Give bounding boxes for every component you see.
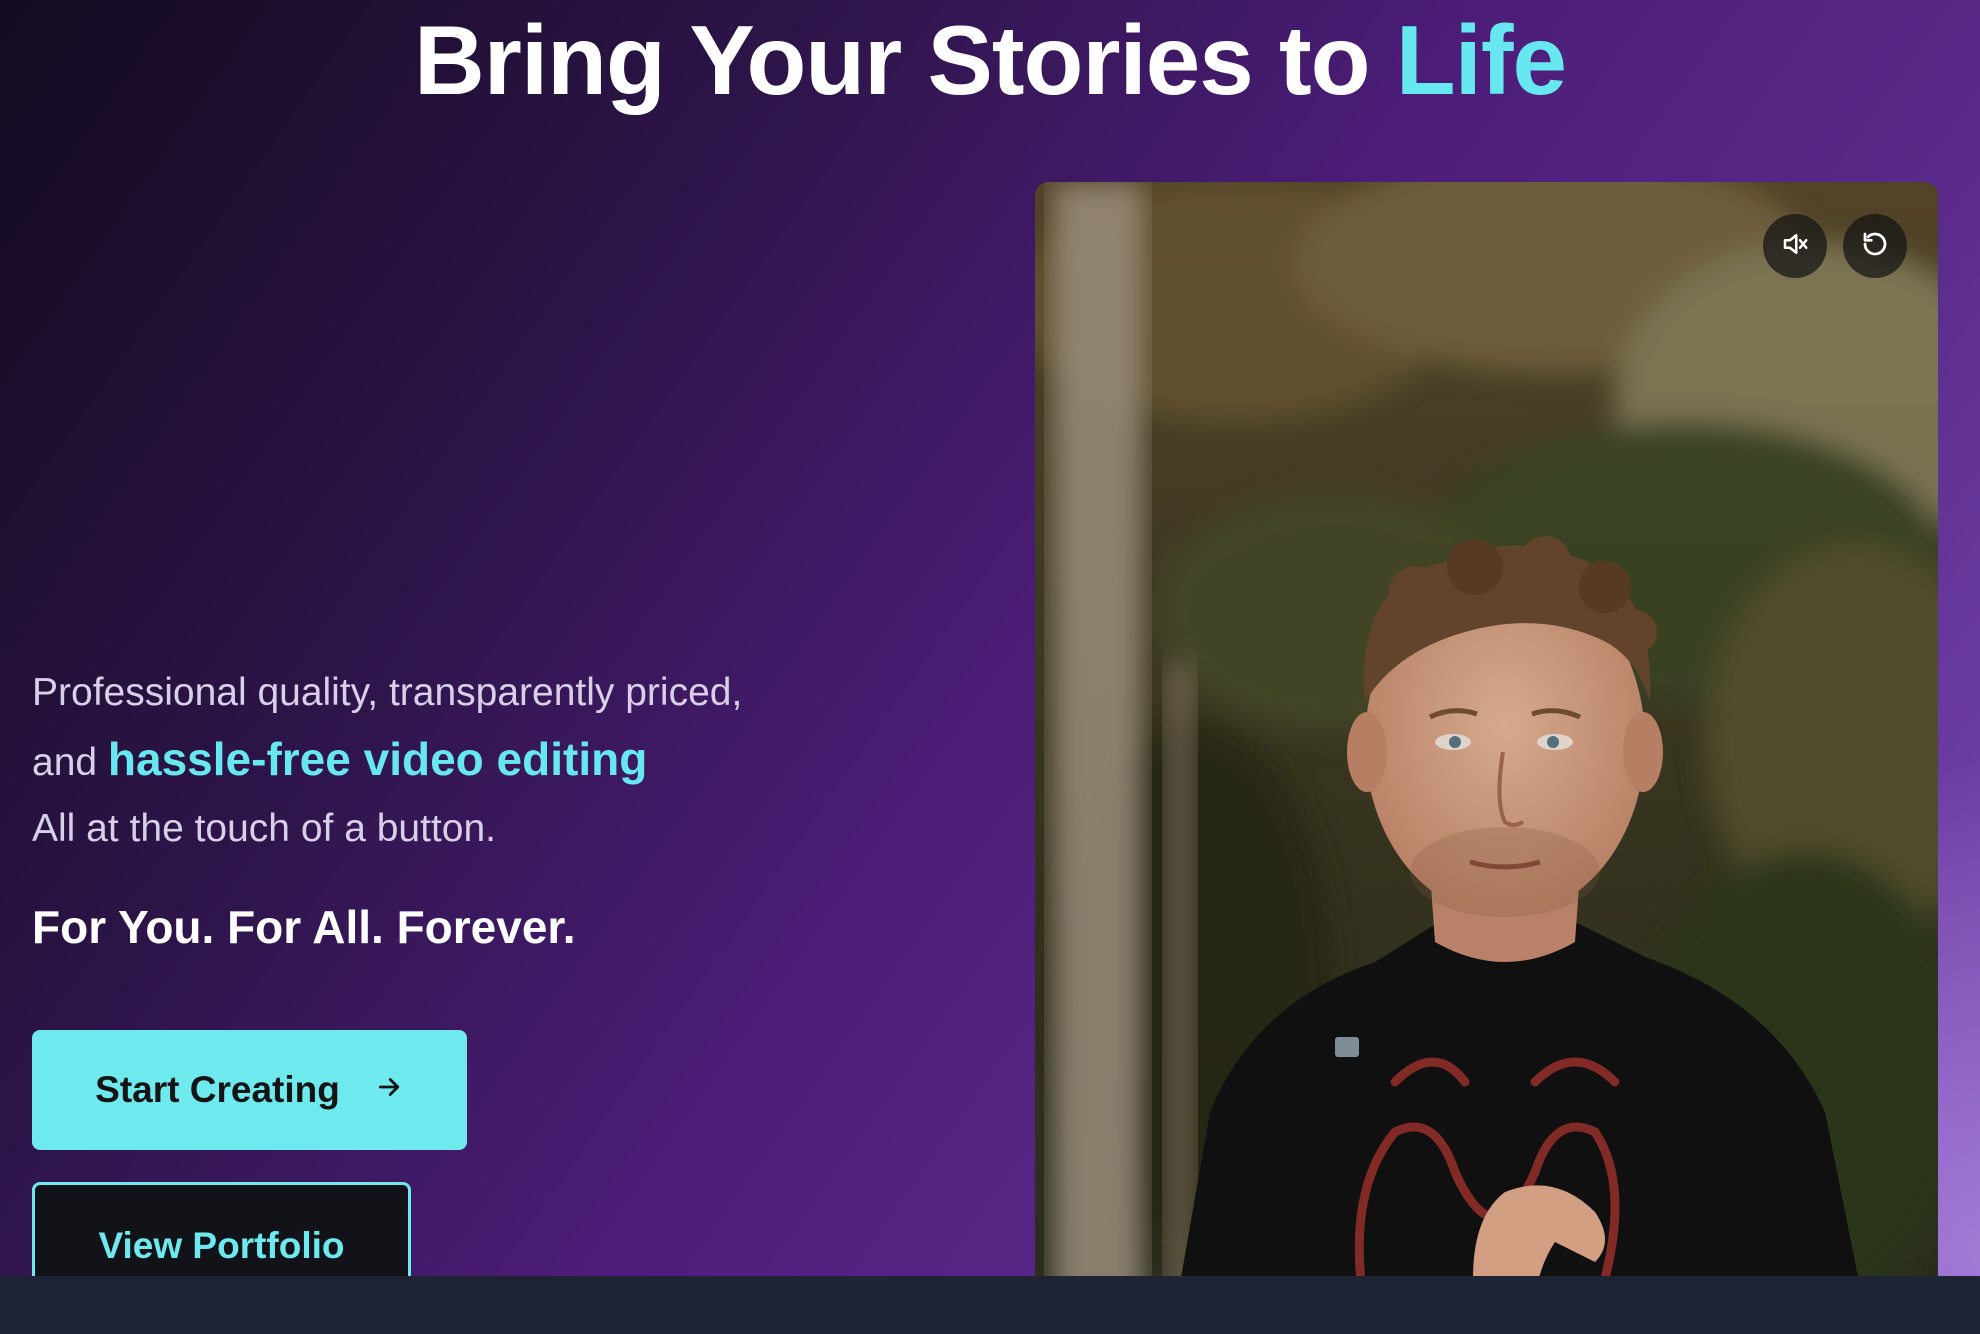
- headline-accent: Life: [1395, 5, 1567, 115]
- lead-line-1: Professional quality, transparently pric…: [32, 671, 743, 714]
- hero-tagline: For You. For All. Forever.: [32, 901, 576, 953]
- volume-muted-icon: [1780, 229, 1810, 264]
- start-creating-label: Start Creating: [95, 1069, 340, 1110]
- hero-description: Professional quality, transparently pric…: [32, 660, 892, 862]
- hero-headline: Bring Your Stories to Life: [0, 4, 1980, 116]
- footer-bar: [0, 1276, 1980, 1334]
- hero-section: Bring Your Stories to Life Professional …: [0, 0, 1980, 1276]
- lead-highlight: hassle-free video editing: [107, 733, 648, 785]
- mute-toggle[interactable]: [1763, 214, 1827, 278]
- replay-icon: [1860, 229, 1890, 264]
- view-portfolio-label: View Portfolio: [98, 1225, 345, 1266]
- lead-line-3: All at the touch of a button.: [32, 807, 496, 850]
- start-creating-button[interactable]: Start Creating: [32, 1030, 467, 1150]
- lead-and: and: [32, 741, 98, 784]
- arrow-right-icon: [374, 1069, 404, 1111]
- replay-button[interactable]: [1843, 214, 1907, 278]
- lead-line-2: and hassle-free video editing: [32, 726, 892, 796]
- view-portfolio-button[interactable]: View Portfolio: [32, 1182, 411, 1276]
- headline-main: Bring Your Stories to: [414, 5, 1370, 115]
- video-player[interactable]: [1035, 182, 1938, 1276]
- video-frame: [1035, 182, 1938, 1276]
